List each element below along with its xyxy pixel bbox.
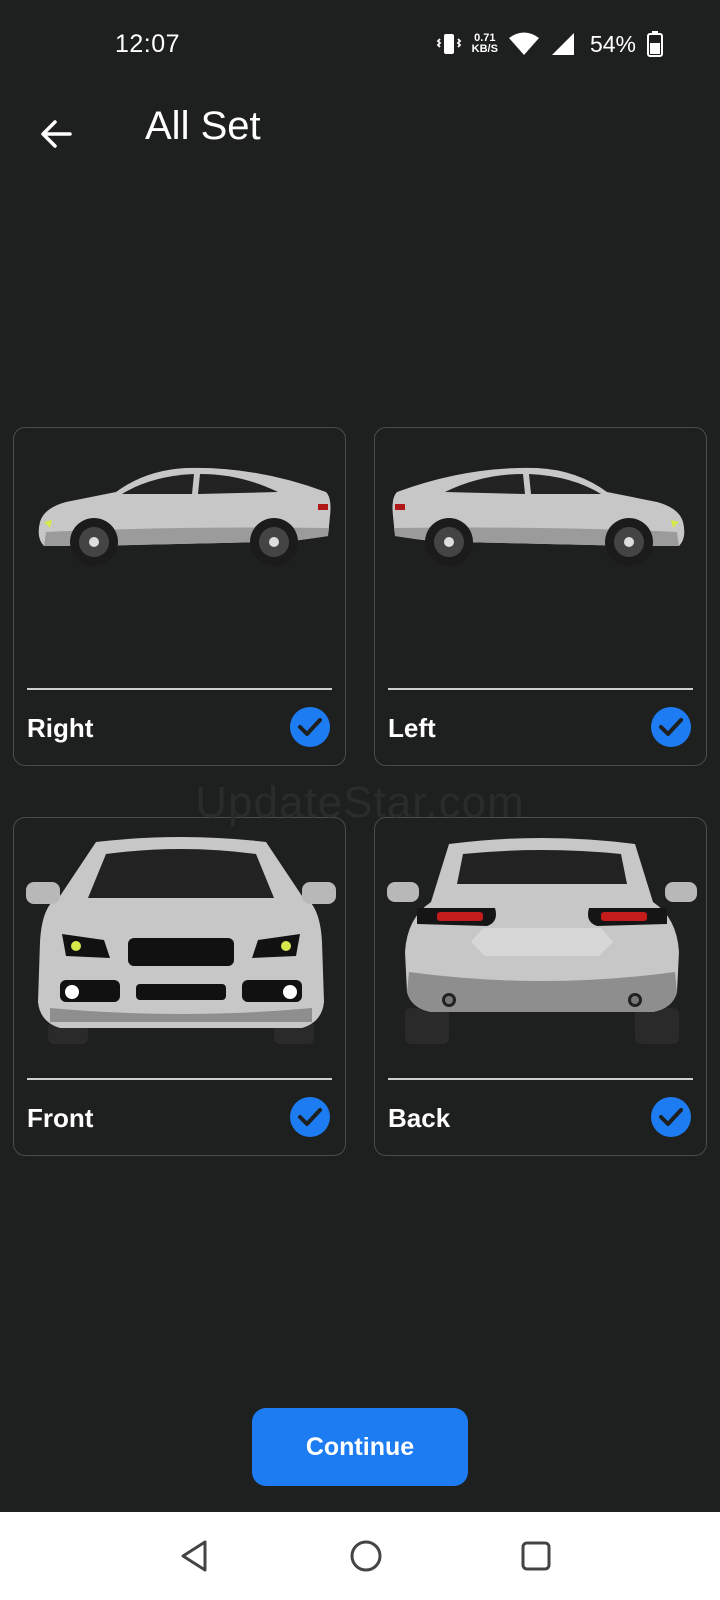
arrow-left-icon: [41, 120, 72, 148]
system-nav-bar: [0, 1512, 720, 1600]
car-front-image: [26, 837, 336, 1044]
nav-recents-icon: [521, 1541, 551, 1571]
checkmark-icon: [651, 707, 691, 747]
card-label: Back: [388, 1103, 451, 1133]
checkmark-icon: [290, 1097, 330, 1137]
nav-home-icon: [350, 1540, 382, 1572]
card-label: Front: [27, 1103, 94, 1133]
continue-button[interactable]: Continue: [252, 1408, 468, 1486]
card-left[interactable]: Left: [374, 427, 707, 766]
back-button[interactable]: [30, 108, 82, 160]
wifi-icon: [508, 32, 539, 55]
checkmark-icon: [290, 707, 330, 747]
net-speed-unit: KB/S: [471, 43, 498, 55]
status-bar: 12:07 0.71 KB/S 54%: [0, 0, 720, 92]
nav-back-icon: [181, 1540, 207, 1572]
card-back[interactable]: Back: [374, 817, 707, 1156]
vibrate-icon: [436, 34, 461, 54]
page-title: All Set: [145, 104, 261, 148]
card-divider: [27, 688, 332, 690]
net-speed: 0.71 KB/S: [472, 33, 498, 55]
battery-icon: [647, 31, 663, 57]
nav-recents-button[interactable]: [514, 1534, 558, 1578]
nav-back-button[interactable]: [172, 1534, 216, 1578]
card-right[interactable]: Right: [13, 427, 346, 766]
car-left-side-image: [392, 467, 685, 566]
car-back-image: [387, 838, 697, 1044]
car-right-side-image: [38, 467, 331, 566]
card-divider: [388, 1078, 693, 1080]
card-label: Right: [27, 713, 94, 743]
app-bar: All Set: [0, 92, 720, 182]
status-time: 12:07: [115, 30, 181, 58]
card-divider: [388, 688, 693, 690]
watermark: UpdateStar.com: [195, 778, 525, 827]
card-divider: [27, 1078, 332, 1080]
checkmark-icon: [651, 1097, 691, 1137]
signal-icon: [551, 33, 574, 55]
status-icons: 0.71 KB/S 54%: [436, 30, 664, 58]
card-label: Left: [388, 713, 436, 743]
nav-home-button[interactable]: [344, 1534, 388, 1578]
card-front[interactable]: Front: [13, 817, 346, 1156]
battery-percent: 54%: [589, 30, 636, 57]
